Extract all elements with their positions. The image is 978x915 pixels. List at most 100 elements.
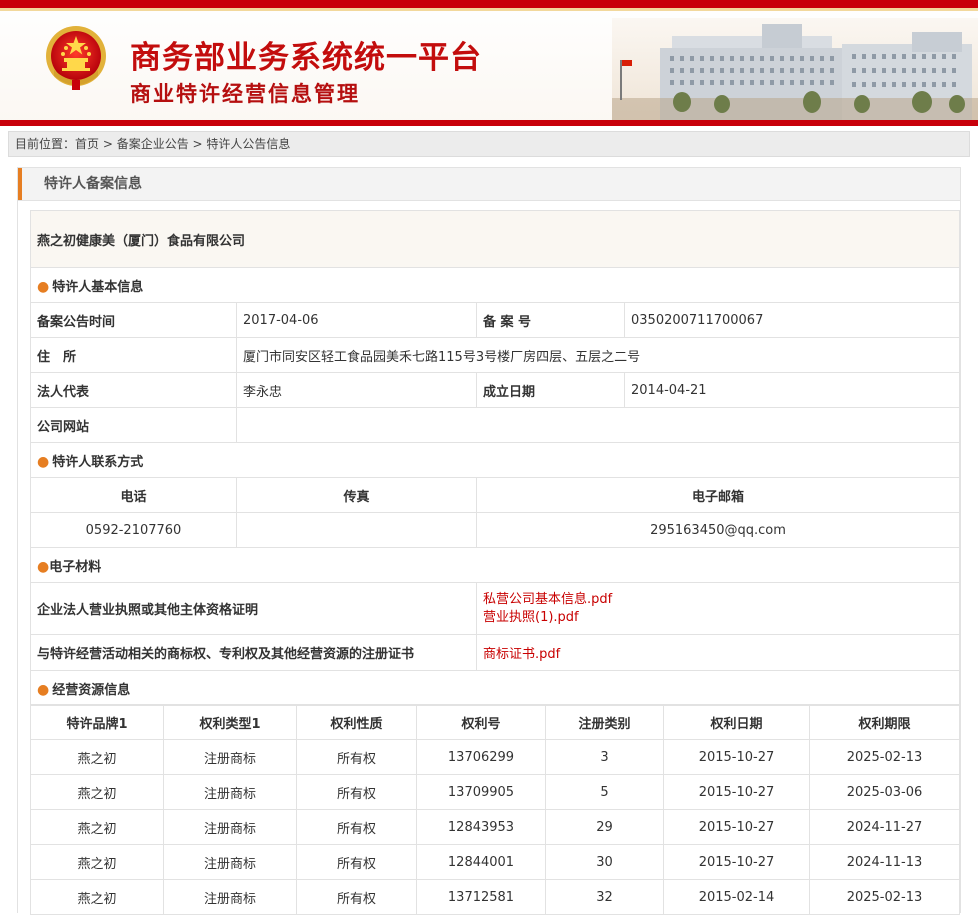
fax-value [236, 512, 477, 548]
table-cell: 燕之初 [30, 739, 164, 775]
address-label: 住 所 [30, 337, 237, 373]
material-label: 企业法人营业执照或其他主体资格证明 [30, 582, 477, 635]
table-cell: 2015-10-27 [663, 774, 810, 810]
bullet-icon: ● [37, 278, 50, 295]
bullet-icon: ● [37, 558, 50, 575]
material-row: 与特许经营活动相关的商标权、专利权及其他经营资源的注册证书 商标证书.pdf [30, 634, 961, 671]
header-top-stripe [0, 8, 978, 11]
col-header: 权利期限 [809, 704, 960, 740]
col-header: 注册类别 [545, 704, 664, 740]
fax-header: 传真 [236, 477, 477, 513]
header-top-bar [0, 0, 978, 8]
section-row: ● 经营资源信息 [29, 670, 961, 706]
table-cell: 2025-02-13 [809, 879, 960, 915]
pdf-link[interactable]: 营业执照(1).pdf [483, 609, 953, 627]
contact-value-row: 0592-2107760 295163450@qq.com [30, 512, 961, 548]
legal-rep-value: 李永忠 [236, 372, 477, 408]
table-cell: 燕之初 [30, 809, 164, 845]
table-row: 燕之初 注册商标 所有权 12843953 29 2015-10-27 2024… [30, 809, 960, 845]
table-row: 燕之初 注册商标 所有权 13709905 5 2015-10-27 2025-… [30, 774, 960, 810]
phone-header: 电话 [30, 477, 237, 513]
material-row: 企业法人营业执照或其他主体资格证明 私营公司基本信息.pdf 营业执照(1).p… [30, 582, 961, 635]
email-header: 电子邮箱 [475, 477, 961, 513]
table-cell: 2025-02-13 [809, 739, 960, 775]
announce-date-value: 2017-04-06 [236, 302, 477, 338]
site-header: 商务部业务系统统一平台 商业特许经营信息管理 [0, 0, 978, 126]
section-basic-title: 特许人基本信息 [52, 279, 144, 295]
breadcrumb-separator: > [99, 137, 117, 151]
info-row: 备案公告时间 2017-04-06 备 案 号 0350200711700067 [30, 302, 961, 338]
announce-date-label: 备案公告时间 [30, 302, 237, 338]
table-cell: 2015-10-27 [663, 809, 810, 845]
table-row: 燕之初 注册商标 所有权 13712581 32 2015-02-14 2025… [30, 879, 960, 915]
bullet-icon: ● [37, 453, 50, 470]
table-cell: 13706299 [416, 739, 546, 775]
panel-header: 特许人备案信息 [18, 168, 960, 201]
website-value [235, 407, 961, 443]
table-cell: 燕之初 [30, 844, 164, 880]
col-header: 权利日期 [663, 704, 810, 740]
section-row: ● 特许人基本信息 [29, 267, 961, 303]
section-materials: ●电子材料 [29, 547, 961, 583]
section-contact-title: 特许人联系方式 [52, 454, 144, 470]
col-header: 特许品牌1 [30, 704, 164, 740]
table-cell: 2015-10-27 [663, 844, 810, 880]
table-cell: 注册商标 [163, 809, 297, 845]
breadcrumb-home-link[interactable]: 首页 [75, 137, 99, 151]
info-row: 公司网站 [30, 407, 961, 443]
section-resources: ● 经营资源信息 [29, 670, 961, 706]
phone-value: 0592-2107760 [30, 512, 237, 548]
founded-date-value: 2014-04-21 [623, 372, 961, 408]
founded-date-label: 成立日期 [476, 372, 625, 408]
table-cell: 燕之初 [30, 879, 164, 915]
table-cell: 3 [545, 739, 664, 775]
material-label: 与特许经营活动相关的商标权、专利权及其他经营资源的注册证书 [30, 634, 477, 671]
info-row: 住 所 厦门市同安区轻工食品园美禾七路115号3号楼厂房四层、五层之二号 [30, 337, 961, 373]
resources-header-row: 特许品牌1 权利类型1 权利性质 权利号 注册类别 权利日期 权利期限 [30, 704, 960, 740]
info-row: 法人代表 李永忠 成立日期 2014-04-21 [30, 372, 961, 408]
table-cell: 5 [545, 774, 664, 810]
company-name: 燕之初健康美（厦门）食品有限公司 [29, 210, 961, 268]
col-header: 权利性质 [296, 704, 417, 740]
table-cell: 2024-11-27 [809, 809, 960, 845]
panel-title: 特许人备案信息 [44, 176, 142, 192]
company-row: 燕之初健康美（厦门）食品有限公司 [29, 210, 961, 268]
material-files: 商标证书.pdf [475, 634, 961, 671]
section-basic-info: ● 特许人基本信息 [29, 267, 961, 303]
section-row: ●电子材料 [29, 547, 961, 583]
col-header: 权利号 [416, 704, 546, 740]
table-cell: 12844001 [416, 844, 546, 880]
section-materials-title: 电子材料 [49, 559, 102, 575]
government-building-illustration [612, 18, 978, 120]
website-label: 公司网站 [30, 407, 237, 443]
franchisor-info-table: 燕之初健康美（厦门）食品有限公司 ● 特许人基本信息 备案公告时间 2017-04… [29, 210, 961, 706]
legal-rep-label: 法人代表 [30, 372, 237, 408]
table-cell: 注册商标 [163, 879, 297, 915]
franchisor-record-panel: 特许人备案信息 燕之初健康美（厦门）食品有限公司 ● 特许人基本信息 备案公告时间… [17, 167, 961, 915]
table-cell: 2024-11-13 [809, 844, 960, 880]
contact-header-row: 电话 传真 电子邮箱 [30, 477, 961, 513]
section-resources-title: 经营资源信息 [52, 682, 131, 698]
table-cell: 所有权 [296, 809, 417, 845]
table-cell: 12843953 [416, 809, 546, 845]
pdf-link[interactable]: 商标证书.pdf [483, 647, 560, 662]
table-cell: 所有权 [296, 844, 417, 880]
table-cell: 注册商标 [163, 844, 297, 880]
section-contact: ● 特许人联系方式 [29, 442, 961, 478]
platform-subtitle: 商业特许经营信息管理 [130, 82, 360, 106]
col-header: 权利类型1 [163, 704, 297, 740]
breadcrumb-announcement-link[interactable]: 备案企业公告 [117, 137, 189, 151]
section-row: ● 特许人联系方式 [29, 442, 961, 478]
panel-header-accent [18, 168, 22, 200]
breadcrumb-current: 特许人公告信息 [206, 137, 291, 151]
header-bottom-bar [0, 120, 978, 126]
material-files: 私营公司基本信息.pdf 营业执照(1).pdf [475, 582, 961, 635]
table-cell: 所有权 [296, 774, 417, 810]
resources-table: 特许品牌1 权利类型1 权利性质 权利号 注册类别 权利日期 权利期限 燕之初 … [30, 704, 960, 915]
table-cell: 注册商标 [163, 739, 297, 775]
table-cell: 所有权 [296, 739, 417, 775]
table-cell: 2015-10-27 [663, 739, 810, 775]
pdf-link[interactable]: 私营公司基本信息.pdf [483, 591, 953, 609]
table-row: 燕之初 注册商标 所有权 12844001 30 2015-10-27 2024… [30, 844, 960, 880]
table-cell: 29 [545, 809, 664, 845]
